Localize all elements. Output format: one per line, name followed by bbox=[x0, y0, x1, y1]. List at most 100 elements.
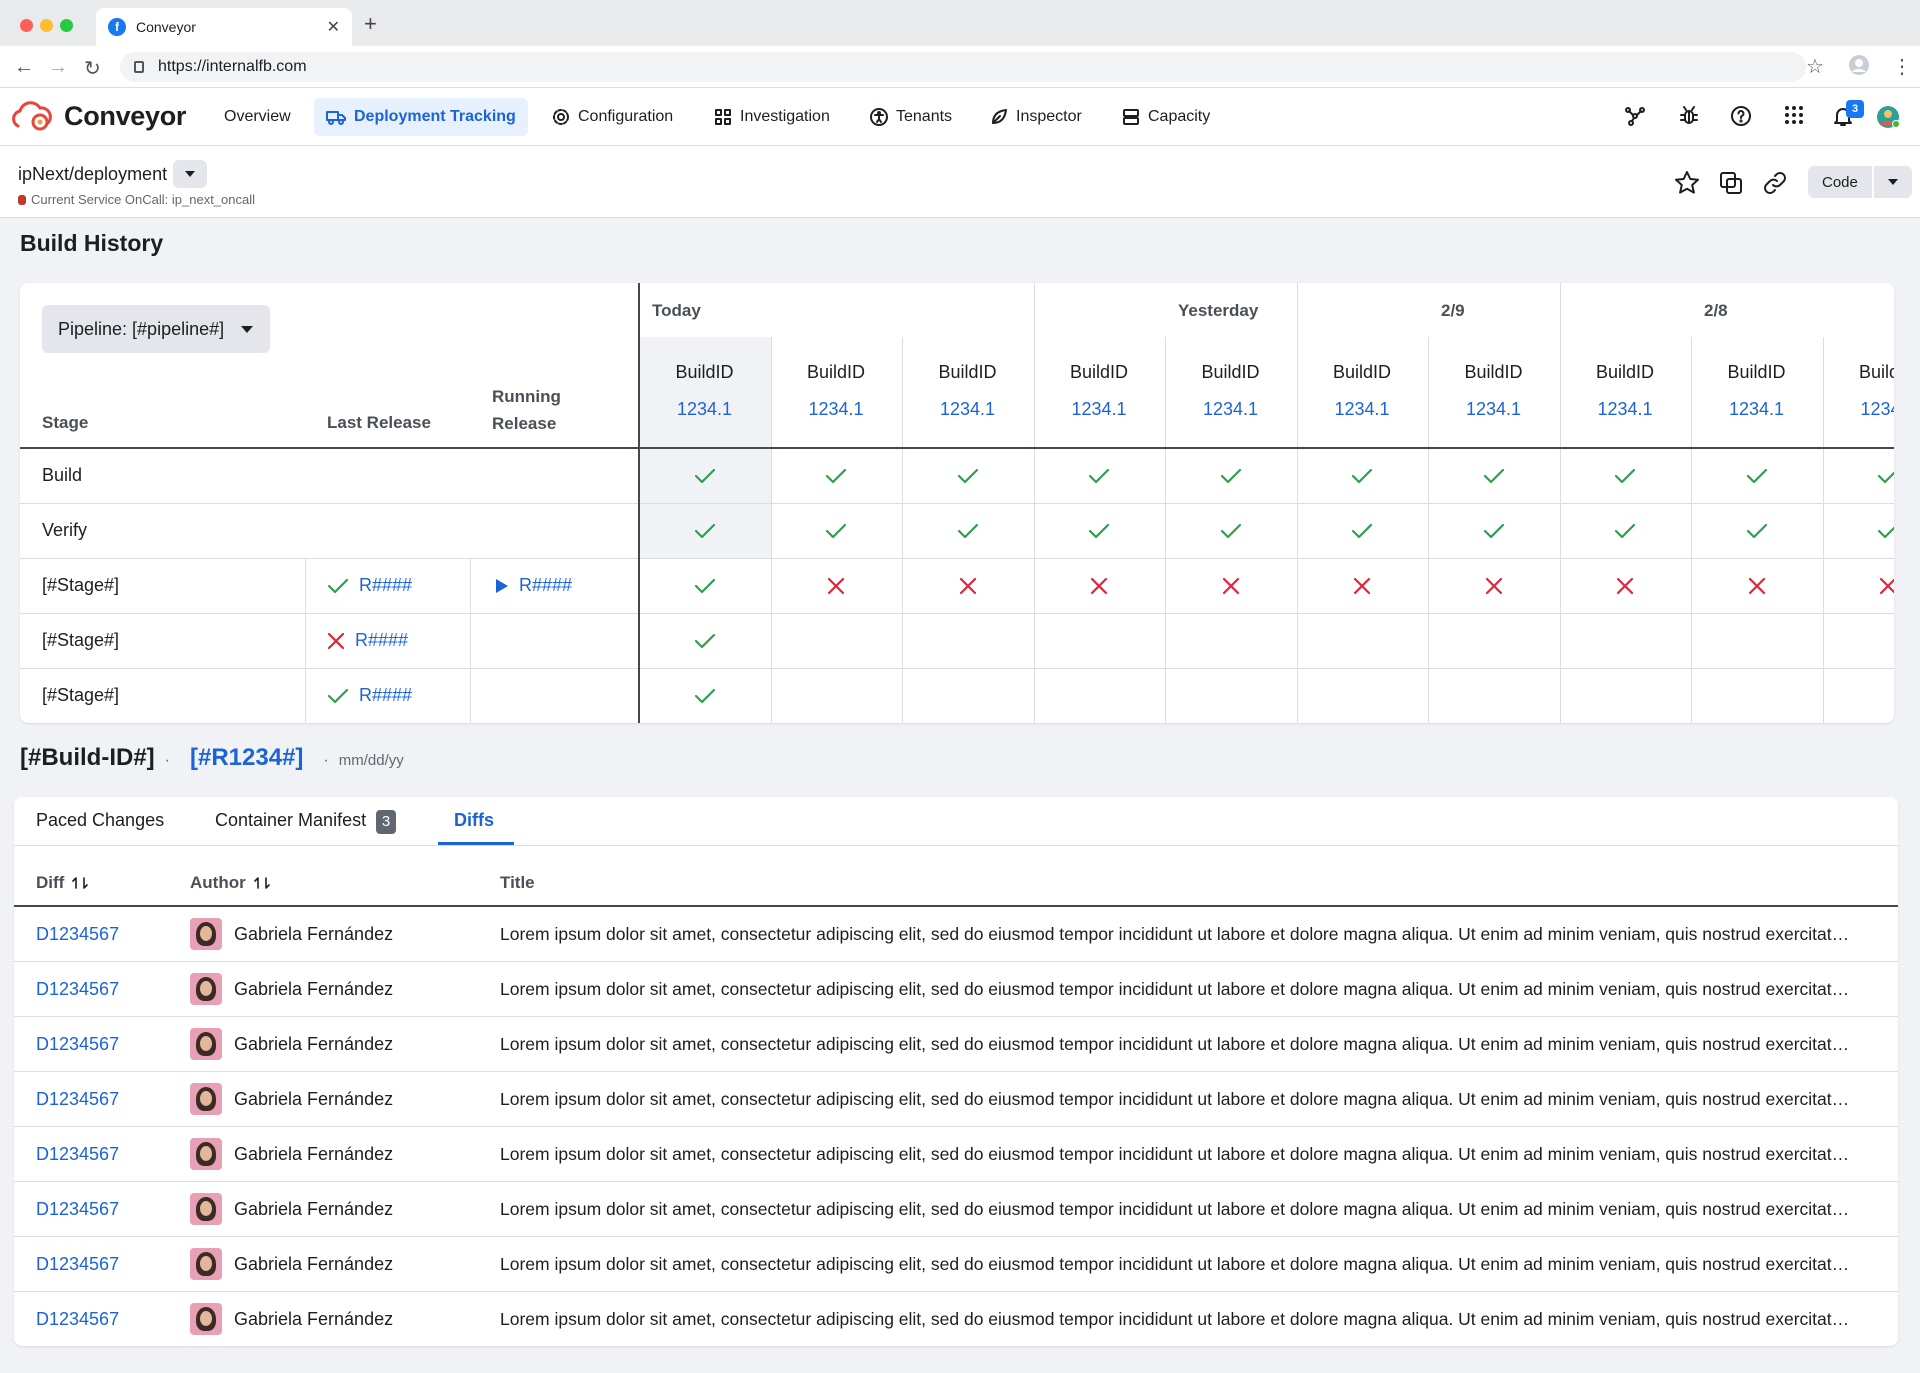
build-id-link[interactable]: 1234.1 bbox=[1428, 399, 1559, 420]
check-icon[interactable] bbox=[1560, 448, 1692, 503]
build-column-header[interactable]: BuildID 1234.1 bbox=[902, 362, 1033, 420]
diff-link[interactable]: D1234567 bbox=[36, 1254, 119, 1275]
check-icon[interactable] bbox=[1297, 448, 1429, 503]
check-icon[interactable] bbox=[1428, 503, 1560, 558]
check-icon[interactable] bbox=[1691, 503, 1823, 558]
check-icon[interactable] bbox=[639, 613, 771, 668]
last-release-link[interactable]: R#### bbox=[359, 685, 412, 706]
nav-overview[interactable]: Overview bbox=[212, 98, 303, 136]
build-id-link[interactable]: 1234.1 bbox=[1560, 399, 1691, 420]
x-icon[interactable] bbox=[1428, 558, 1560, 613]
release-link[interactable]: [#R1234#] bbox=[190, 744, 303, 772]
diff-link[interactable]: D1234567 bbox=[36, 1034, 119, 1055]
build-id-link[interactable]: 1234.1 bbox=[1691, 399, 1822, 420]
check-icon[interactable] bbox=[1691, 448, 1823, 503]
check-icon[interactable] bbox=[639, 503, 771, 558]
x-icon[interactable] bbox=[771, 558, 903, 613]
diff-link[interactable]: D1234567 bbox=[36, 1309, 119, 1330]
build-column-header[interactable]: BuildID 1234.1 bbox=[1428, 362, 1559, 420]
build-id-link[interactable]: 1234.1 bbox=[1034, 399, 1165, 420]
x-icon[interactable] bbox=[1297, 558, 1429, 613]
check-icon[interactable] bbox=[639, 558, 771, 613]
build-column-header[interactable]: BuildID 1234.1 bbox=[1560, 362, 1691, 420]
code-button[interactable]: Code bbox=[1808, 166, 1872, 198]
code-dropdown-button[interactable] bbox=[1873, 166, 1912, 198]
author[interactable]: Gabriela Fernández bbox=[190, 1028, 393, 1060]
build-column-header[interactable]: BuildID 1234.1 bbox=[1691, 362, 1822, 420]
build-column-header[interactable]: BuildID 1234.1 bbox=[1034, 362, 1165, 420]
build-id-link[interactable]: 1234.1 bbox=[771, 399, 902, 420]
nav-investigation[interactable]: Investigation bbox=[702, 98, 842, 136]
user-avatar[interactable] bbox=[1876, 105, 1900, 129]
author[interactable]: Gabriela Fernández bbox=[190, 1083, 393, 1115]
nav-deployment-tracking[interactable]: Deployment Tracking bbox=[314, 98, 528, 136]
x-icon[interactable] bbox=[1691, 558, 1823, 613]
nav-tenants[interactable]: Tenants bbox=[858, 98, 964, 136]
build-column-header[interactable]: BuildID 1234.1 bbox=[1823, 362, 1894, 420]
running-release[interactable]: R#### bbox=[495, 575, 572, 596]
build-id-link[interactable]: 1234.1 bbox=[639, 399, 770, 420]
network-icon[interactable] bbox=[1624, 105, 1646, 127]
author[interactable]: Gabriela Fernández bbox=[190, 1248, 393, 1280]
build-id-link[interactable]: 1234.1 bbox=[1297, 399, 1428, 420]
minimize-window-button[interactable] bbox=[40, 19, 53, 32]
last-release[interactable]: R#### bbox=[327, 685, 412, 706]
new-tab-icon[interactable]: + bbox=[364, 11, 377, 37]
check-icon[interactable] bbox=[1428, 448, 1560, 503]
copy-icon[interactable] bbox=[1718, 170, 1744, 196]
col-diff-header[interactable]: Diff bbox=[36, 873, 89, 893]
nav-configuration[interactable]: Configuration bbox=[540, 98, 685, 136]
last-release-link[interactable]: R#### bbox=[359, 575, 412, 596]
check-icon[interactable] bbox=[902, 503, 1034, 558]
check-icon[interactable] bbox=[1823, 503, 1894, 558]
check-icon[interactable] bbox=[639, 448, 771, 503]
check-icon[interactable] bbox=[1560, 503, 1692, 558]
address-bar[interactable]: https://internalfb.com bbox=[120, 52, 1806, 82]
reload-icon[interactable]: ↻ bbox=[84, 56, 101, 81]
last-release[interactable]: R#### bbox=[327, 575, 412, 596]
check-icon[interactable] bbox=[1823, 448, 1894, 503]
back-icon[interactable]: ← bbox=[14, 56, 34, 79]
build-id-link[interactable]: 1234.1 bbox=[1823, 399, 1894, 420]
last-release[interactable]: R#### bbox=[327, 630, 408, 651]
build-id-link[interactable]: 1234.1 bbox=[902, 399, 1033, 420]
close-window-button[interactable] bbox=[20, 19, 33, 32]
help-icon[interactable] bbox=[1730, 105, 1752, 127]
tab-paced-changes[interactable]: Paced Changes bbox=[36, 810, 164, 831]
diff-link[interactable]: D1234567 bbox=[36, 1144, 119, 1165]
x-icon[interactable] bbox=[1165, 558, 1297, 613]
check-icon[interactable] bbox=[1034, 448, 1166, 503]
author[interactable]: Gabriela Fernández bbox=[190, 1193, 393, 1225]
pipeline-dropdown[interactable]: Pipeline: [#pipeline#] bbox=[42, 305, 271, 353]
service-dropdown-button[interactable] bbox=[173, 160, 208, 188]
browser-tab[interactable]: f Conveyor ✕ bbox=[96, 8, 352, 46]
diff-link[interactable]: D1234567 bbox=[36, 1089, 119, 1110]
apps-grid-icon[interactable] bbox=[1784, 105, 1804, 125]
build-column-header[interactable]: BuildID 1234.1 bbox=[639, 362, 770, 420]
bug-icon[interactable] bbox=[1678, 105, 1700, 127]
col-author-header[interactable]: Author bbox=[190, 873, 270, 893]
tab-container-manifest[interactable]: Container Manifest 3 bbox=[215, 810, 397, 834]
x-icon[interactable] bbox=[1034, 558, 1166, 613]
diff-link[interactable]: D1234567 bbox=[36, 924, 119, 945]
maximize-window-button[interactable] bbox=[60, 19, 73, 32]
check-icon[interactable] bbox=[1297, 503, 1429, 558]
app-logo[interactable]: Conveyor bbox=[12, 100, 186, 132]
nav-inspector[interactable]: Inspector bbox=[978, 98, 1094, 136]
forward-icon[interactable]: → bbox=[48, 56, 68, 79]
build-column-header[interactable]: BuildID 1234.1 bbox=[771, 362, 902, 420]
profile-icon[interactable] bbox=[1848, 54, 1870, 76]
author[interactable]: Gabriela Fernández bbox=[190, 1303, 393, 1335]
build-column-header[interactable]: BuildID 1234.1 bbox=[1297, 362, 1428, 420]
author[interactable]: Gabriela Fernández bbox=[190, 973, 393, 1005]
tab-diffs[interactable]: Diffs bbox=[454, 810, 494, 831]
check-icon[interactable] bbox=[639, 668, 771, 723]
build-column-header[interactable]: BuildID 1234.1 bbox=[1165, 362, 1296, 420]
star-icon[interactable] bbox=[1674, 170, 1700, 196]
link-icon[interactable] bbox=[1762, 170, 1788, 196]
check-icon[interactable] bbox=[1165, 503, 1297, 558]
close-tab-icon[interactable]: ✕ bbox=[327, 17, 340, 37]
check-icon[interactable] bbox=[1165, 448, 1297, 503]
check-icon[interactable] bbox=[902, 448, 1034, 503]
nav-capacity[interactable]: Capacity bbox=[1110, 98, 1222, 136]
